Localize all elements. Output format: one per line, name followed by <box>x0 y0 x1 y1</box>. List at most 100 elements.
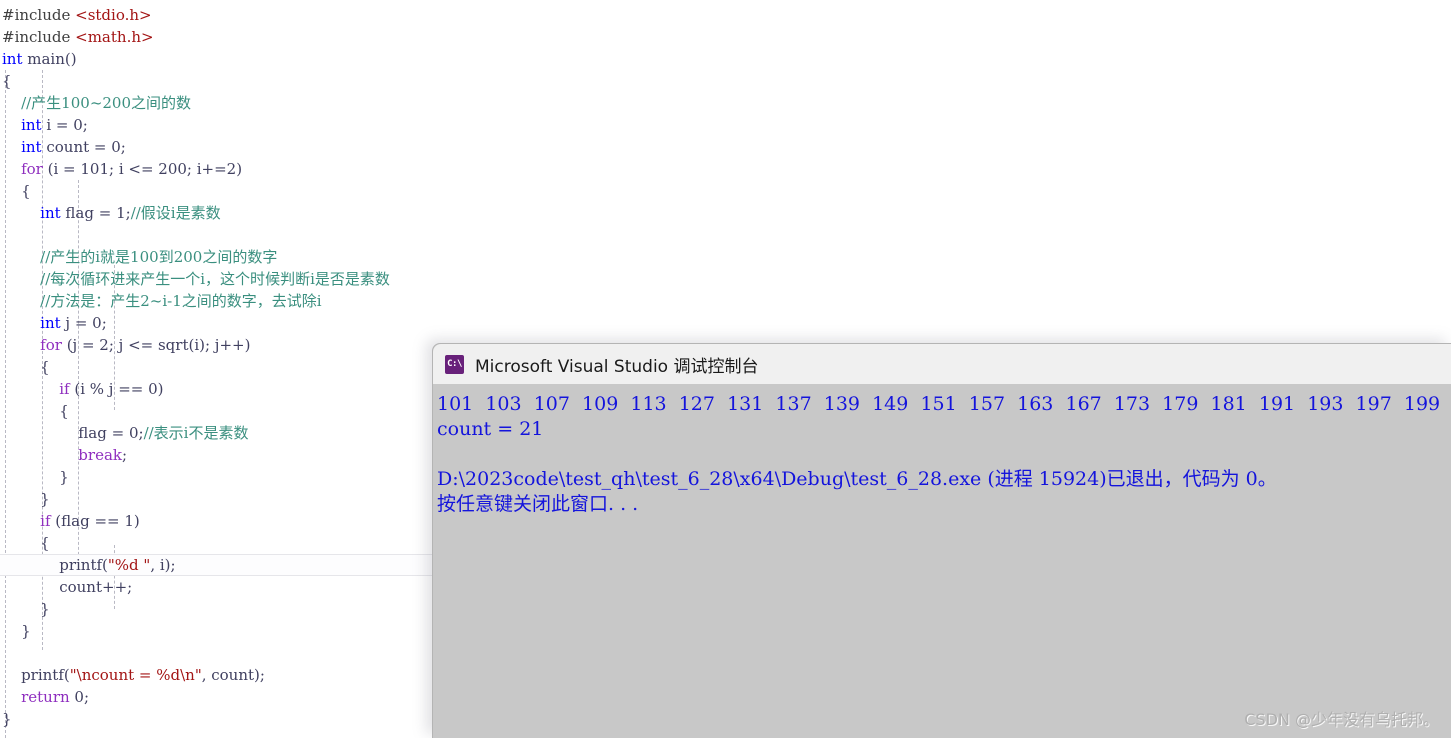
code-token-id: (flag == 1) <box>50 512 140 530</box>
console-title-text: Microsoft Visual Studio 调试控制台 <box>475 356 759 377</box>
code-token-id: } <box>2 710 12 728</box>
code-token-id: } <box>40 490 50 508</box>
console-output-line: D:\2023code\test_qh\test_6_28\x64\Debug\… <box>437 468 1277 490</box>
console-output-line: count = 21 <box>437 418 544 440</box>
code-token-kw2: for <box>21 160 43 178</box>
code-token-cmt: //表示i不是素数 <box>143 424 249 442</box>
code-line[interactable]: #include <math.h> <box>0 26 1451 48</box>
code-token-id: flag = 1; <box>60 204 131 222</box>
code-token-kw2: break <box>78 446 122 464</box>
code-token-hdr: <math.h> <box>75 28 154 46</box>
code-token-id: i = 0; <box>41 116 88 134</box>
code-token-id: (i = 101; i <= 200; i+=2) <box>42 160 243 178</box>
code-token-kw: int <box>40 314 61 332</box>
code-token-id: main() <box>22 50 77 68</box>
code-token-kw2: for <box>40 336 62 354</box>
code-token-id: flag = 0; <box>78 424 144 442</box>
code-line[interactable]: //产生的i就是100到200之间的数字 <box>0 246 1451 268</box>
console-output-line: 按任意键关闭此窗口. . . <box>437 493 639 515</box>
code-token-kw2: return <box>21 688 70 706</box>
console-output-line: 101 103 107 109 113 127 131 137 139 149 … <box>437 393 1441 415</box>
code-token-id: ; <box>121 446 128 464</box>
code-token-hdr: <stdio.h> <box>75 6 152 24</box>
code-token-id: (j = 2; j <= sqrt(i); j++) <box>61 336 251 354</box>
console-title-bar[interactable]: C:\ Microsoft Visual Studio 调试控制台 <box>433 344 1451 384</box>
code-line[interactable]: //方法是：产生2~i-1之间的数字，去试除i <box>0 290 1451 312</box>
code-token-id: printf( <box>21 666 70 684</box>
code-token-id: , i); <box>150 556 176 574</box>
cmd-icon-glyph: C:\ <box>447 358 462 369</box>
code-token-kw: int <box>21 138 42 156</box>
code-token-pre: #include <box>2 28 76 46</box>
code-token-id: } <box>40 600 50 618</box>
code-token-id: count = 0; <box>41 138 126 156</box>
code-line[interactable]: { <box>0 180 1451 202</box>
csdn-watermark: CSDN @少年没有乌托邦。 <box>1244 710 1439 729</box>
code-token-id: printf( <box>59 556 108 574</box>
code-token-cmt: //方法是：产生2~i-1之间的数字，去试除i <box>40 292 322 310</box>
code-line[interactable]: #include <stdio.h> <box>0 4 1451 26</box>
code-line[interactable]: { <box>0 70 1451 92</box>
code-token-cmt: //每次循环进来产生一个i，这个时候判断i是否是素数 <box>40 270 390 288</box>
code-line[interactable]: //每次循环进来产生一个i，这个时候判断i是否是素数 <box>0 268 1451 290</box>
code-token-kw: int <box>21 116 42 134</box>
code-token-id: } <box>21 622 31 640</box>
code-token-id: { <box>2 72 12 90</box>
debug-console-window[interactable]: C:\ Microsoft Visual Studio 调试控制台 101 10… <box>432 343 1451 738</box>
code-line[interactable]: int j = 0; <box>0 312 1451 334</box>
code-token-kw2: if <box>40 512 51 530</box>
code-token-kw: int <box>2 50 23 68</box>
code-token-id: (i % j == 0) <box>69 380 164 398</box>
code-token-id: } <box>59 468 69 486</box>
code-line[interactable]: int count = 0; <box>0 136 1451 158</box>
code-token-cmt: //假设i是素数 <box>130 204 221 222</box>
code-token-kw: int <box>40 204 61 222</box>
code-token-id: { <box>59 402 69 420</box>
code-token-cmt: //产生100~200之间的数 <box>21 94 192 112</box>
code-token-id: j = 0; <box>60 314 107 332</box>
code-line[interactable]: int flag = 1;//假设i是素数 <box>0 202 1451 224</box>
code-token-id: count++; <box>59 578 133 596</box>
code-token-id: 0; <box>69 688 90 706</box>
code-token-pre: #include <box>2 6 76 24</box>
code-token-str: "\ncount = %d\n" <box>69 666 202 684</box>
code-token-id: { <box>40 534 50 552</box>
code-token-id: { <box>40 358 50 376</box>
code-line[interactable]: //产生100~200之间的数 <box>0 92 1451 114</box>
cmd-prompt-icon: C:\ <box>445 354 464 374</box>
code-token-id: { <box>21 182 31 200</box>
code-line[interactable] <box>0 224 1451 246</box>
code-line[interactable]: for (i = 101; i <= 200; i+=2) <box>0 158 1451 180</box>
code-line[interactable]: int main() <box>0 48 1451 70</box>
code-token-kw2: if <box>59 380 70 398</box>
console-output-area[interactable]: 101 103 107 109 113 127 131 137 139 149 … <box>433 384 1451 517</box>
code-line[interactable]: int i = 0; <box>0 114 1451 136</box>
